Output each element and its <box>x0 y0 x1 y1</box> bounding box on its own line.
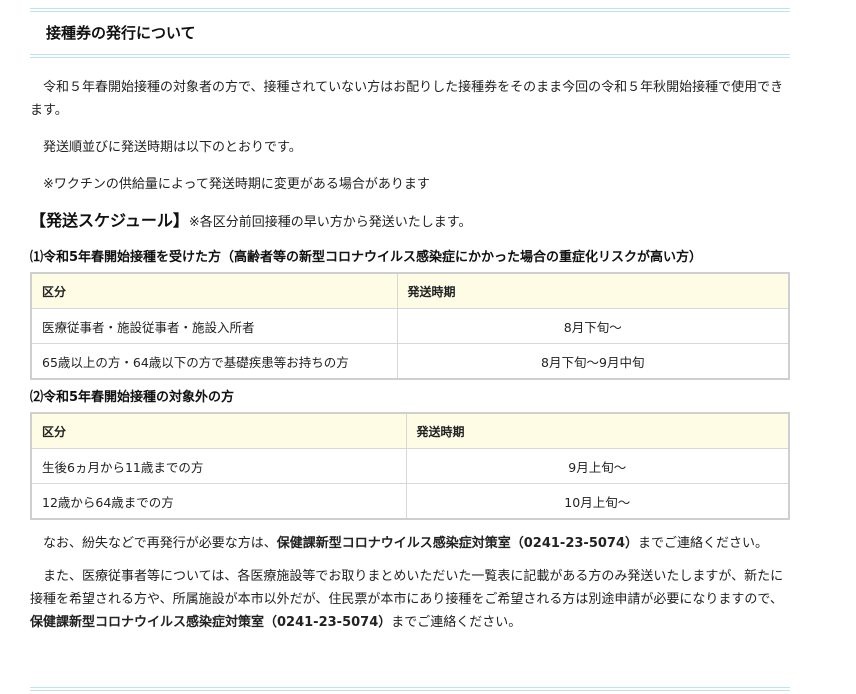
schedule-table-2: 区分 発送時期 生後6ヵ月から11歳までの方 9月上旬～ 12歳から64歳までの… <box>30 412 790 520</box>
cell-category: 65歳以上の方・64歳以下の方で基礎疾患等お持ちの方 <box>30 343 398 380</box>
cell-category: 生後6ヵ月から11歳までの方 <box>30 448 407 484</box>
table-row: 65歳以上の方・64歳以下の方で基礎疾患等お持ちの方 8月下旬～9月中旬 <box>30 343 790 380</box>
cell-period: 8月下旬～ <box>396 308 790 344</box>
contact-office: 保健課新型コロナウイルス感染症対策室（0241-23-5074） <box>30 615 392 630</box>
bottom-divider <box>30 687 790 691</box>
schedule-heading: 【発送スケジュール】※各区分前回接種の早い方から発送いたします。 <box>30 208 790 236</box>
table-row: 医療従事者・施設従事者・施設入所者 8月下旬～ <box>30 308 790 344</box>
section-heading: 接種券の発行について <box>46 24 196 42</box>
schedule-table-1: 区分 発送時期 医療従事者・施設従事者・施設入所者 8月下旬～ 65歳以上の方・… <box>30 272 790 380</box>
contact-office: 保健課新型コロナウイルス感染症対策室（0241-23-5074） <box>276 536 638 551</box>
column-header-category: 区分 <box>30 412 407 449</box>
cell-period: 9月上旬～ <box>405 448 790 484</box>
table-row: 12歳から64歳までの方 10月上旬～ <box>30 483 790 520</box>
medical-staff-text: また、医療従事者等については、各医療施設等でお取りまとめいただいた一覧表に記載が… <box>30 569 784 607</box>
medical-staff-paragraph: また、医療従事者等については、各医療施設等でお取りまとめいただいた一覧表に記載が… <box>30 565 790 634</box>
medical-staff-text-end: までご連絡ください。 <box>391 615 522 630</box>
table1-caption: ⑴令和5年春開始接種を受けた方（高齢者等の新型コロナウイルス感染症にかかった場合… <box>30 250 703 265</box>
intro-paragraph: 令和５年春開始接種の対象者の方で、接種されていない方はお配りした接種券をそのまま… <box>30 80 784 118</box>
heading-divider <box>30 54 790 58</box>
table2-caption: ⑵令和5年春開始接種の対象外の方 <box>30 390 235 405</box>
content-area: 接種券の発行について 令和５年春開始接種の対象者の方で、接種されていない方はお配… <box>30 0 790 644</box>
reissue-paragraph: なお、紛失などで再発行が必要な方は、保健課新型コロナウイルス感染症対策室（024… <box>30 532 790 555</box>
reissue-text-end: までご連絡ください。 <box>638 536 769 551</box>
column-header-period: 発送時期 <box>396 272 790 309</box>
table-row: 生後6ヵ月から11歳までの方 9月上旬～ <box>30 448 790 484</box>
cell-period: 8月下旬～9月中旬 <box>396 343 790 380</box>
column-header-category: 区分 <box>30 272 398 309</box>
cell-category: 12歳から64歳までの方 <box>30 483 407 520</box>
column-header-period: 発送時期 <box>405 412 790 449</box>
schedule-title: 【発送スケジュール】 <box>30 211 189 230</box>
table-header-row: 区分 発送時期 <box>30 412 790 449</box>
order-paragraph: 発送順並びに発送時期は以下のとおりです。 <box>43 140 302 155</box>
table-header-row: 区分 発送時期 <box>30 272 790 309</box>
supply-note: ※ワクチンの供給量によって発送時期に変更がある場合があります <box>43 177 430 192</box>
cell-category: 医療従事者・施設従事者・施設入所者 <box>30 308 398 344</box>
reissue-text: なお、紛失などで再発行が必要な方は、 <box>43 536 277 551</box>
cell-period: 10月上旬～ <box>405 483 790 520</box>
schedule-note: ※各区分前回接種の早い方から発送いたします。 <box>188 215 472 230</box>
